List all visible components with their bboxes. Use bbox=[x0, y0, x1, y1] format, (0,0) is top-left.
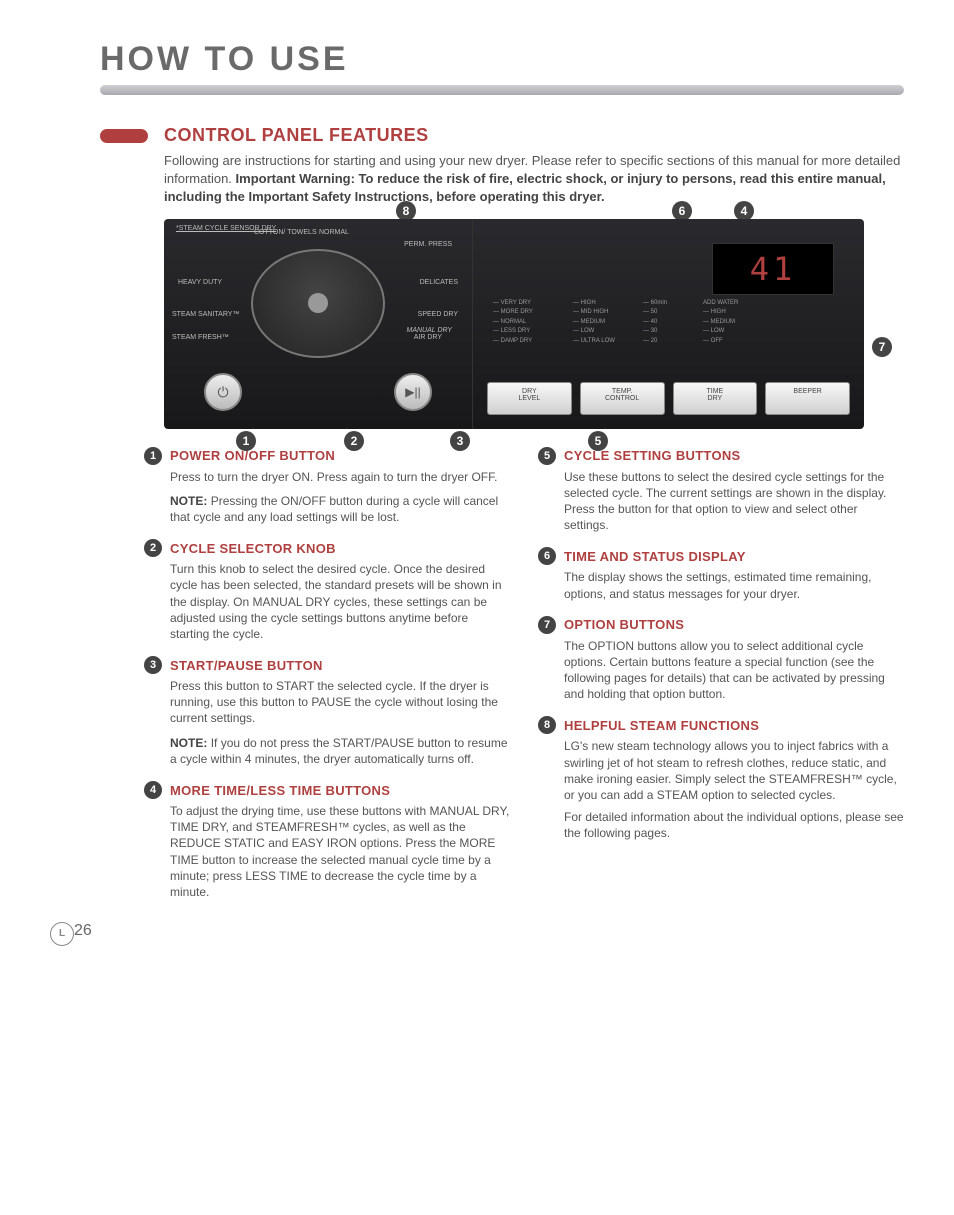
fnum-7: 7 bbox=[538, 616, 556, 634]
fnum-4: 4 bbox=[144, 781, 162, 799]
ftext-8: LG's new steam technology allows you to … bbox=[564, 738, 904, 803]
callout-7: 7 bbox=[872, 337, 892, 357]
dial-label-air: AIR DRY bbox=[414, 334, 442, 341]
setting-buttons: DRY LEVEL TEMP. CONTROL TIME DRY BEEPER bbox=[487, 382, 850, 415]
btn-beeper: BEEPER bbox=[765, 382, 850, 415]
ftext-3: Press this button to START the selected … bbox=[170, 678, 510, 727]
ftext-1: Press to turn the dryer ON. Press again … bbox=[170, 469, 510, 485]
feature-1: 1 POWER ON/OFF BUTTON Press to turn the d… bbox=[144, 447, 510, 526]
ftext-6: The display shows the settings, estimate… bbox=[564, 569, 904, 601]
dial-label-sanitary: STEAM SANITARY™ bbox=[172, 311, 239, 318]
dial-label-cotton: COTTON/ TOWELS bbox=[254, 229, 317, 236]
callout-1: 1 bbox=[236, 431, 256, 451]
ftitle-2: CYCLE SELECTOR KNOB bbox=[170, 541, 336, 556]
intro-warning: Important Warning: To reduce the risk of… bbox=[164, 171, 886, 204]
panel-right: 41 — VERY DRY — MORE DRY — NORMAL — LESS… bbox=[473, 219, 864, 429]
page-title: HOW TO USE bbox=[100, 40, 904, 79]
page-footer: L 26 bbox=[50, 922, 904, 952]
fnote-1-text: Pressing the ON/OFF button during a cycl… bbox=[170, 494, 498, 524]
ftitle-1: POWER ON/OFF BUTTON bbox=[170, 448, 335, 463]
fnum-2: 2 bbox=[144, 539, 162, 557]
control-panel-figure: 8 6 4 *STEAM CYCLE SENSOR DRY COTTON/ TO… bbox=[164, 219, 864, 429]
ftitle-4: MORE TIME/LESS TIME BUTTONS bbox=[170, 783, 390, 798]
intro-paragraph: Following are instructions for starting … bbox=[164, 152, 904, 207]
fnum-8: 8 bbox=[538, 716, 556, 734]
start-pause-icon: ▶|| bbox=[394, 373, 432, 411]
feature-8: 8 HELPFUL STEAM FUNCTIONS LG's new steam … bbox=[538, 716, 904, 841]
opts-dry-level: — VERY DRY — MORE DRY — NORMAL — LESS DR… bbox=[493, 299, 533, 347]
ftext-2: Turn this knob to select the desired cyc… bbox=[170, 561, 510, 642]
left-column: 1 POWER ON/OFF BUTTON Press to turn the d… bbox=[144, 447, 510, 915]
feature-5: 5 CYCLE SETTING BUTTONS Use these buttons… bbox=[538, 447, 904, 534]
ftitle-7: OPTION BUTTONS bbox=[564, 617, 684, 632]
section-title: CONTROL PANEL FEATURES bbox=[164, 125, 429, 146]
dial-label-manual: MANUAL DRY bbox=[406, 327, 452, 334]
lg-logo-icon: L bbox=[50, 922, 74, 946]
fnote-3-text: If you do not press the START/PAUSE butt… bbox=[170, 736, 508, 766]
fnum-5: 5 bbox=[538, 447, 556, 465]
dial-label-fresh: STEAM FRESH™ bbox=[172, 334, 229, 341]
feature-7: 7 OPTION BUTTONS The OPTION buttons allow… bbox=[538, 616, 904, 703]
dial-label-delicates: DELICATES bbox=[420, 279, 458, 286]
opts-time: — 60min — 50 — 40 — 30 — 20 bbox=[643, 299, 667, 347]
cycle-dial bbox=[251, 249, 385, 358]
dial-label-perm: PERM. PRESS bbox=[404, 241, 452, 248]
right-column: 5 CYCLE SETTING BUTTONS Use these buttons… bbox=[538, 447, 904, 915]
btn-temp: TEMP. CONTROL bbox=[580, 382, 665, 415]
opts-temp: — HIGH — MID HIGH — MEDIUM — LOW — ULTRA… bbox=[573, 299, 615, 347]
dial-label-normal: NORMAL bbox=[319, 229, 349, 236]
fnum-3: 3 bbox=[144, 656, 162, 674]
callout-5: 5 bbox=[588, 431, 608, 451]
feature-4: 4 MORE TIME/LESS TIME BUTTONS To adjust t… bbox=[144, 781, 510, 900]
dial-label-heavy: HEAVY DUTY bbox=[178, 279, 222, 286]
callout-3: 3 bbox=[450, 431, 470, 451]
ftext-5: Use these buttons to select the desired … bbox=[564, 469, 904, 534]
callout-8: 8 bbox=[396, 201, 416, 221]
fnote-3: NOTE: If you do not press the START/PAUS… bbox=[170, 735, 510, 767]
feature-6: 6 TIME AND STATUS DISPLAY The display sho… bbox=[538, 547, 904, 601]
fnum-1: 1 bbox=[144, 447, 162, 465]
features-columns: 1 POWER ON/OFF BUTTON Press to turn the d… bbox=[144, 447, 904, 915]
fnum-6: 6 bbox=[538, 547, 556, 565]
feature-2: 2 CYCLE SELECTOR KNOB Turn this knob to s… bbox=[144, 539, 510, 642]
ftitle-6: TIME AND STATUS DISPLAY bbox=[564, 549, 746, 564]
panel-image: *STEAM CYCLE SENSOR DRY COTTON/ TOWELS N… bbox=[164, 219, 864, 429]
panel-left: *STEAM CYCLE SENSOR DRY COTTON/ TOWELS N… bbox=[164, 219, 473, 429]
callout-6: 6 bbox=[672, 201, 692, 221]
title-underline bbox=[100, 85, 904, 95]
btn-dry-level: DRY LEVEL bbox=[487, 382, 572, 415]
fextra-8: For detailed information about the indiv… bbox=[564, 809, 904, 841]
ftitle-8: HELPFUL STEAM FUNCTIONS bbox=[564, 718, 759, 733]
callout-2: 2 bbox=[344, 431, 364, 451]
section-header: CONTROL PANEL FEATURES bbox=[50, 125, 904, 146]
ftitle-3: START/PAUSE BUTTON bbox=[170, 658, 323, 673]
dial-label-speed: SPEED DRY bbox=[418, 311, 458, 318]
ftext-4: To adjust the drying time, use these but… bbox=[170, 803, 510, 900]
fnote-1: NOTE: Pressing the ON/OFF button during … bbox=[170, 493, 510, 525]
callout-4: 4 bbox=[734, 201, 754, 221]
opts-beeper: ADD WATER — HIGH — MEDIUM — LOW — OFF bbox=[703, 299, 738, 347]
feature-3: 3 START/PAUSE BUTTON Press this button to… bbox=[144, 656, 510, 767]
page-number: 26 bbox=[74, 922, 92, 940]
ftext-7: The OPTION buttons allow you to select a… bbox=[564, 638, 904, 703]
btn-time-dry: TIME DRY bbox=[673, 382, 758, 415]
power-button-icon: ⏻ bbox=[204, 373, 242, 411]
time-display: 41 bbox=[712, 243, 834, 295]
section-pill bbox=[100, 129, 148, 143]
ftitle-5: CYCLE SETTING BUTTONS bbox=[564, 448, 741, 463]
